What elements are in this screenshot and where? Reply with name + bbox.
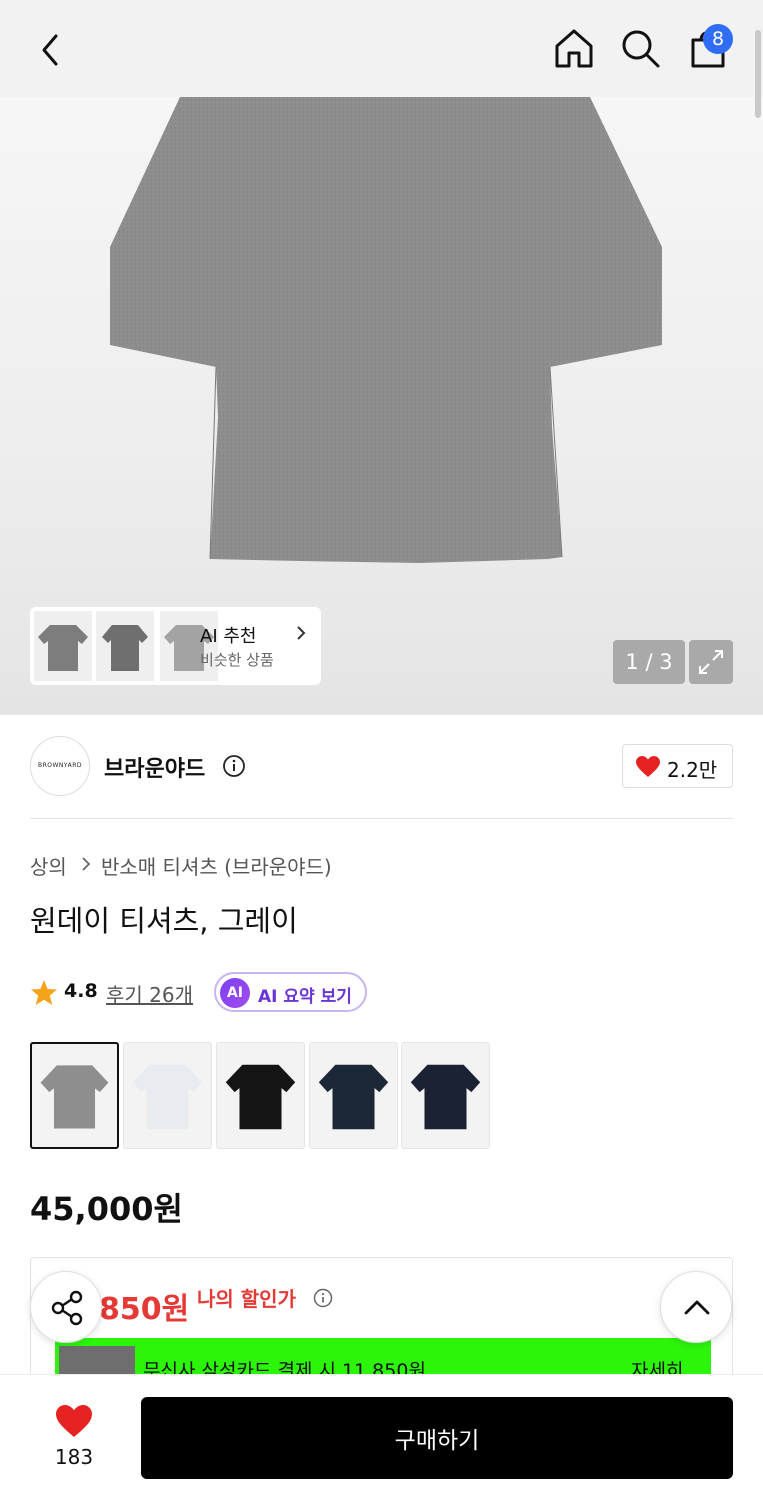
star-icon [31, 980, 57, 1005]
color-option-gray[interactable] [30, 1042, 119, 1149]
buy-button[interactable]: 구매하기 [141, 1397, 733, 1479]
info-icon[interactable] [222, 754, 246, 778]
heart-icon [636, 756, 660, 777]
heart-icon[interactable] [54, 1403, 94, 1439]
expand-icon [699, 650, 723, 674]
breadcrumb-category[interactable]: 상의 [30, 851, 67, 880]
home-icon[interactable] [552, 26, 596, 70]
search-icon[interactable] [618, 26, 662, 70]
image-page-indicator: 1 / 3 [613, 640, 685, 684]
swatch-tshirt [410, 1064, 481, 1130]
chevron-up-icon [684, 1300, 710, 1315]
swatch-tshirt [225, 1064, 296, 1130]
swatch-tshirt [318, 1064, 389, 1130]
ai-reco-title[interactable]: AI 추천 [200, 622, 256, 648]
discount-price: 850원 [99, 1292, 190, 1327]
scrollbar[interactable] [755, 30, 761, 118]
brand-name[interactable]: 브라운야드 [104, 751, 205, 783]
review-count-link[interactable]: 후기 26개 [106, 979, 193, 1008]
product-price: 45,000원 [30, 1190, 183, 1228]
product-like-count: 183 [54, 1445, 94, 1469]
rating-score: 4.8 [64, 980, 98, 1002]
ai-reco-thumbnail[interactable] [96, 611, 154, 681]
color-option-dark-navy[interactable] [401, 1042, 490, 1149]
ai-badge-icon: AI [220, 978, 250, 1008]
divider [30, 818, 733, 819]
ai-reco-subtitle: 비슷한 상품 [200, 651, 274, 669]
expand-image-button[interactable] [689, 640, 733, 684]
bottom-action-bar: 183 구매하기 [0, 1374, 763, 1500]
chevron-right-icon [297, 626, 306, 640]
brand-logo[interactable]: BROWNYARD [30, 736, 90, 796]
color-option-black[interactable] [216, 1042, 305, 1149]
ai-summary-button[interactable]: AI AI 요약 보기 [214, 972, 367, 1012]
color-option-navy[interactable] [309, 1042, 398, 1149]
share-button[interactable] [30, 1271, 102, 1343]
swatch-tshirt [132, 1064, 203, 1130]
discount-label: 나의 할인가 [197, 1287, 296, 1311]
info-icon[interactable] [313, 1288, 333, 1308]
share-icon [51, 1290, 83, 1326]
color-option-white[interactable] [123, 1042, 212, 1149]
brand-like-button[interactable]: 2.2만 [622, 744, 733, 788]
ai-recommendation-card[interactable] [30, 607, 321, 685]
chevron-right-icon [82, 857, 91, 871]
top-nav-bar: 8 [0, 0, 763, 97]
swatch-tshirt [40, 1065, 109, 1129]
scroll-to-top-button[interactable] [660, 1271, 732, 1343]
ai-summary-label: AI 요약 보기 [258, 987, 352, 1007]
breadcrumb-subcategory[interactable]: 반소매 티셔츠 (브라운야드) [101, 851, 332, 880]
back-icon[interactable] [28, 28, 72, 72]
product-title: 원데이 티셔츠, 그레이 [30, 904, 298, 938]
brand-like-count: 2.2만 [667, 758, 718, 782]
ai-reco-thumbnail[interactable] [34, 611, 92, 681]
cart-count-badge: 8 [703, 24, 733, 54]
